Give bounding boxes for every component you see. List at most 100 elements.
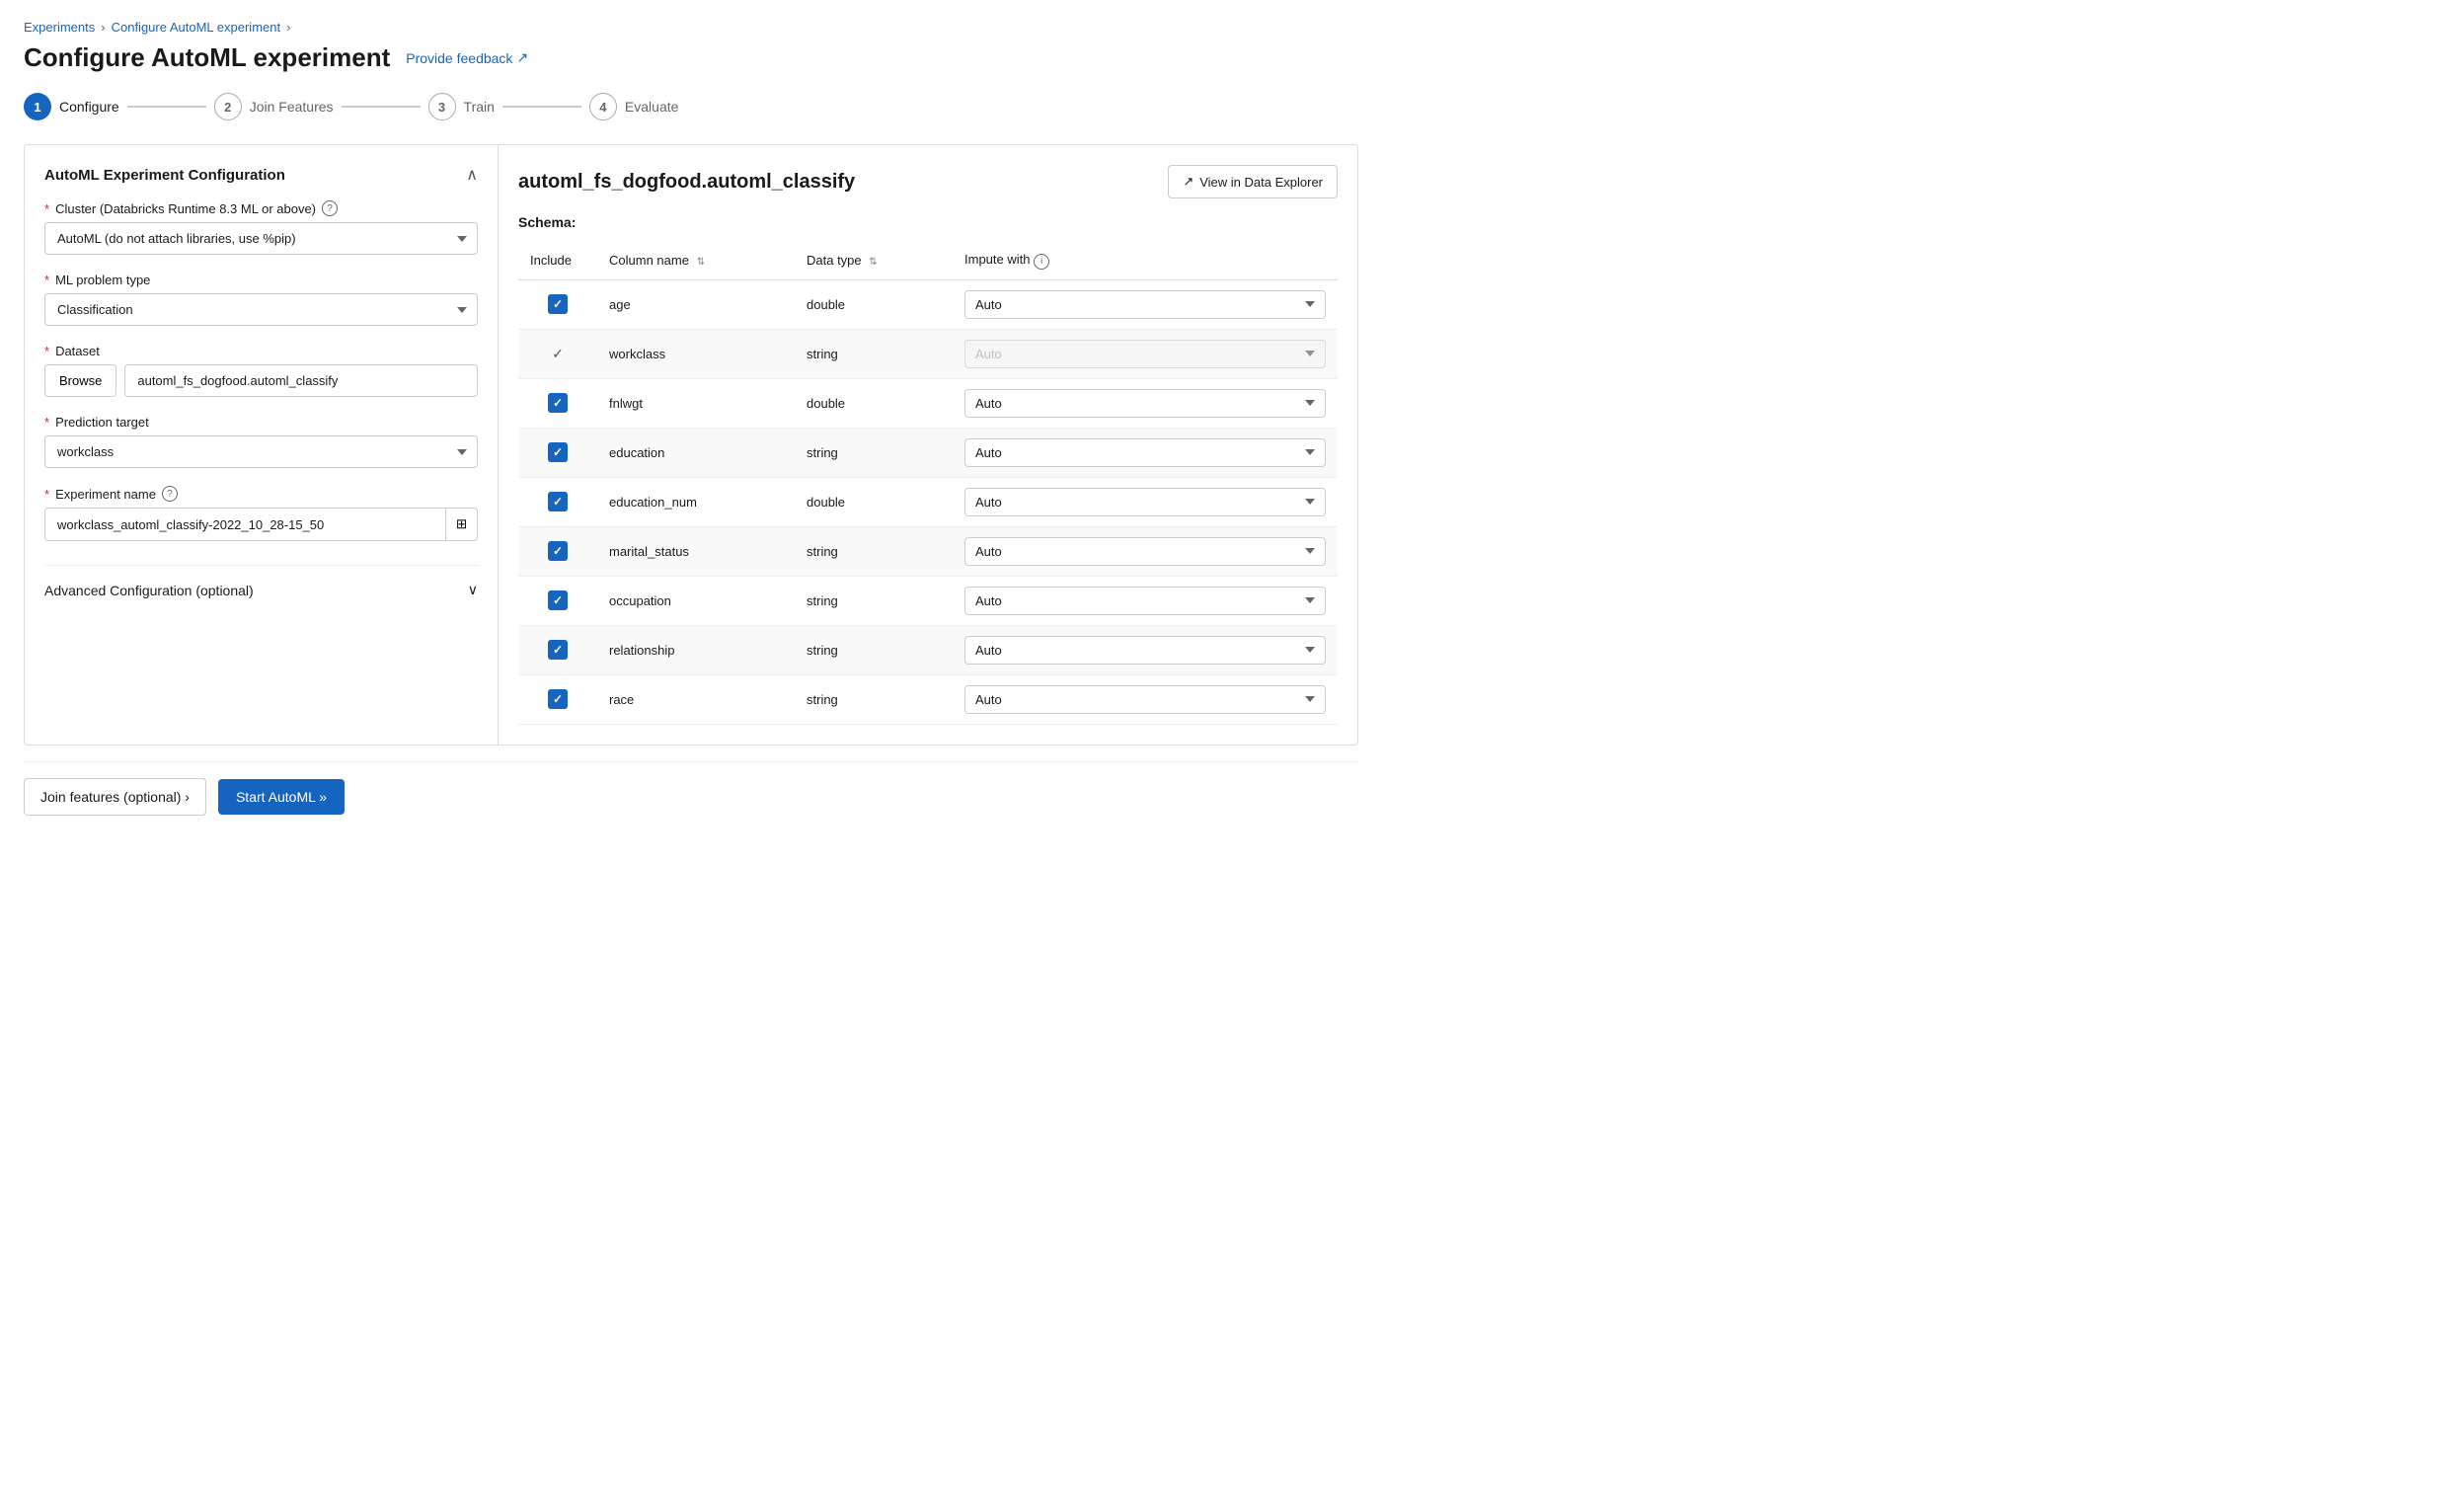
- dataset-input[interactable]: [124, 364, 478, 397]
- impute-select[interactable]: Auto: [964, 290, 1326, 319]
- column-name-cell: education: [597, 428, 795, 477]
- ml-problem-group: * ML problem type Classification: [44, 273, 478, 326]
- page-container: Experiments › Configure AutoML experimen…: [0, 0, 1382, 835]
- ml-problem-label: * ML problem type: [44, 273, 478, 287]
- column-name-cell: workclass: [597, 329, 795, 378]
- data-type-cell: double: [795, 279, 953, 329]
- include-cell[interactable]: [518, 329, 597, 378]
- cluster-group: * Cluster (Databricks Runtime 8.3 ML or …: [44, 200, 478, 255]
- collapse-icon[interactable]: ∧: [466, 165, 478, 185]
- impute-cell[interactable]: Auto: [953, 526, 1338, 576]
- browse-button[interactable]: Browse: [44, 364, 116, 397]
- column-name-cell: age: [597, 279, 795, 329]
- expand-icon: ∨: [468, 582, 478, 598]
- include-cell[interactable]: [518, 279, 597, 329]
- impute-cell[interactable]: Auto: [953, 477, 1338, 526]
- data-type-cell: double: [795, 378, 953, 428]
- checkbox-checked[interactable]: [548, 590, 568, 610]
- step-3: 3 Train: [428, 93, 495, 120]
- schema-table: Include Column name ⇅ Data type ⇅ Impute…: [518, 242, 1338, 725]
- checkbox-checked[interactable]: [548, 393, 568, 413]
- main-layout: AutoML Experiment Configuration ∧ * Clus…: [24, 144, 1358, 746]
- left-panel: AutoML Experiment Configuration ∧ * Clus…: [25, 145, 499, 745]
- checkbox-checked[interactable]: [548, 689, 568, 709]
- column-name-cell: education_num: [597, 477, 795, 526]
- impute-cell[interactable]: Auto: [953, 428, 1338, 477]
- impute-select[interactable]: Auto: [964, 636, 1326, 665]
- checkbox-checked[interactable]: [548, 640, 568, 660]
- advanced-header[interactable]: Advanced Configuration (optional) ∨: [44, 565, 478, 598]
- impute-cell[interactable]: Auto: [953, 576, 1338, 625]
- include-cell[interactable]: [518, 625, 597, 674]
- impute-select: Auto: [964, 340, 1326, 368]
- cluster-select[interactable]: AutoML (do not attach libraries, use %pi…: [44, 222, 478, 255]
- step-3-label[interactable]: Train: [464, 99, 495, 115]
- cluster-label: * Cluster (Databricks Runtime 8.3 ML or …: [44, 200, 478, 216]
- impute-select[interactable]: Auto: [964, 685, 1326, 714]
- checkbox-checked[interactable]: [548, 442, 568, 462]
- advanced-title: Advanced Configuration (optional): [44, 583, 254, 598]
- join-features-button[interactable]: Join features (optional) ›: [24, 778, 206, 816]
- impute-info-icon[interactable]: i: [1034, 254, 1049, 270]
- impute-select[interactable]: Auto: [964, 488, 1326, 516]
- impute-select[interactable]: Auto: [964, 587, 1326, 615]
- start-automl-button[interactable]: Start AutoML »: [218, 779, 345, 815]
- table-row: fnlwgtdoubleAuto: [518, 378, 1338, 428]
- impute-select[interactable]: Auto: [964, 389, 1326, 418]
- view-explorer-button[interactable]: ↗ View in Data Explorer: [1168, 165, 1338, 198]
- step-1: 1 Configure: [24, 93, 119, 120]
- data-type-cell: string: [795, 674, 953, 724]
- column-name-cell: race: [597, 674, 795, 724]
- include-cell[interactable]: [518, 477, 597, 526]
- column-name-cell: marital_status: [597, 526, 795, 576]
- experiment-name-picker-button[interactable]: ⊞: [446, 508, 478, 541]
- breadcrumb-experiments[interactable]: Experiments: [24, 20, 95, 35]
- step-4: 4 Evaluate: [589, 93, 678, 120]
- page-title: Configure AutoML experiment: [24, 42, 390, 73]
- checkbox-checked[interactable]: [548, 492, 568, 511]
- step-2-label[interactable]: Join Features: [250, 99, 334, 115]
- dataset-row: Browse: [44, 364, 478, 397]
- impute-cell[interactable]: Auto: [953, 674, 1338, 724]
- col-header-include: Include: [518, 242, 597, 279]
- table-row: racestring Auto: [518, 674, 1338, 724]
- checkbox-checked[interactable]: [548, 294, 568, 314]
- col-header-data-type[interactable]: Data type ⇅: [795, 242, 953, 279]
- col-header-column-name[interactable]: Column name ⇅: [597, 242, 795, 279]
- table-icon: ⊞: [456, 516, 467, 532]
- checkbox-checked[interactable]: [548, 541, 568, 561]
- dataset-label: * Dataset: [44, 344, 478, 358]
- prediction-target-select[interactable]: workclass: [44, 435, 478, 468]
- experiment-name-label: * Experiment name ?: [44, 486, 478, 502]
- experiment-help-icon[interactable]: ?: [162, 486, 178, 502]
- step-3-circle: 3: [428, 93, 456, 120]
- impute-cell[interactable]: Auto: [953, 625, 1338, 674]
- include-cell[interactable]: [518, 576, 597, 625]
- external-link-icon: ↗: [516, 49, 528, 66]
- step-1-circle: 1: [24, 93, 51, 120]
- impute-select[interactable]: Auto: [964, 438, 1326, 467]
- include-cell[interactable]: [518, 674, 597, 724]
- data-type-cell: double: [795, 477, 953, 526]
- experiment-name-input[interactable]: [44, 508, 446, 541]
- cluster-help-icon[interactable]: ?: [322, 200, 338, 216]
- include-cell[interactable]: [518, 526, 597, 576]
- experiment-name-row: ⊞: [44, 508, 478, 541]
- impute-select[interactable]: Auto: [964, 537, 1326, 566]
- table-row: education_numdouble Auto: [518, 477, 1338, 526]
- step-2: 2 Join Features: [214, 93, 334, 120]
- impute-cell[interactable]: Auto: [953, 378, 1338, 428]
- table-row: agedouble Auto: [518, 279, 1338, 329]
- include-cell[interactable]: [518, 378, 597, 428]
- breadcrumb-configure[interactable]: Configure AutoML experiment: [112, 20, 281, 35]
- step-1-label[interactable]: Configure: [59, 99, 119, 115]
- include-cell[interactable]: [518, 428, 597, 477]
- col-header-impute: Impute with i: [953, 242, 1338, 279]
- ml-problem-select[interactable]: Classification: [44, 293, 478, 326]
- feedback-link[interactable]: Provide feedback ↗: [406, 49, 528, 66]
- prediction-target-group: * Prediction target workclass: [44, 415, 478, 468]
- table-name: automl_fs_dogfood.automl_classify: [518, 171, 855, 194]
- impute-cell[interactable]: Auto: [953, 279, 1338, 329]
- step-4-label[interactable]: Evaluate: [625, 99, 678, 115]
- data-type-cell: string: [795, 428, 953, 477]
